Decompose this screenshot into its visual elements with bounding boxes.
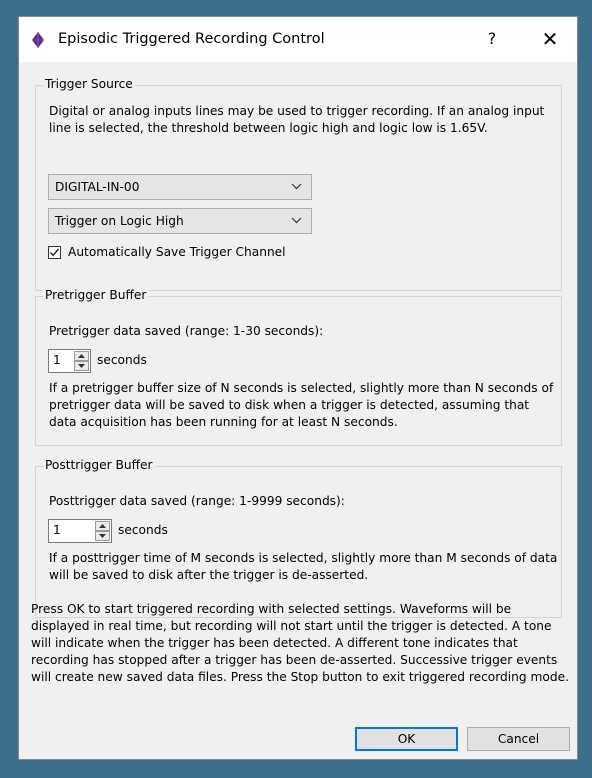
posttrigger-note: If a posttrigger time of M seconds is se…	[49, 551, 558, 582]
title-bar: Episodic Triggered Recording Control ? ✕	[19, 17, 577, 62]
pretrigger-note: If a pretrigger buffer size of N seconds…	[49, 381, 554, 429]
chevron-down-icon	[291, 183, 302, 190]
posttrigger-unit-label: seconds	[118, 523, 168, 537]
instructions-text: Press OK to start triggered recording wi…	[31, 602, 569, 684]
window-title: Episodic Triggered Recording Control	[58, 31, 325, 47]
pretrigger-prompt: Pretrigger data saved (range: 1-30 secon…	[49, 324, 324, 338]
trigger-source-description: Digital or analog inputs lines may be us…	[49, 104, 545, 135]
trigger-source-group: Trigger Source Digital or analog inputs …	[35, 77, 562, 291]
app-icon	[32, 32, 44, 48]
spin-up-arrow-icon[interactable]	[95, 521, 110, 531]
trigger-polarity-value: Trigger on Logic High	[55, 214, 184, 228]
pretrigger-buffer-group: Pretrigger Buffer Pretrigger data saved …	[35, 288, 562, 446]
spin-up-arrow-icon[interactable]	[74, 351, 89, 361]
spin-down-arrow-icon[interactable]	[74, 361, 89, 371]
checkmark-icon	[49, 248, 60, 257]
trigger-source-title: Trigger Source	[43, 77, 135, 91]
chevron-down-icon	[291, 217, 302, 224]
trigger-polarity-dropdown[interactable]: Trigger on Logic High	[48, 208, 312, 234]
pretrigger-value: 1	[53, 353, 61, 367]
posttrigger-buffer-group: Posttrigger Buffer Posttrigger data save…	[35, 458, 562, 618]
pretrigger-unit-label: seconds	[97, 353, 147, 367]
posttrigger-buffer-title: Posttrigger Buffer	[43, 458, 155, 472]
trigger-channel-value: DIGITAL-IN-00	[55, 180, 140, 194]
posttrigger-spinbox[interactable]: 1	[48, 519, 112, 543]
spin-down-arrow-icon[interactable]	[95, 531, 110, 541]
recording-control-dialog: Episodic Triggered Recording Control ? ✕…	[18, 16, 578, 760]
close-button[interactable]: ✕	[533, 26, 567, 52]
cancel-button[interactable]: Cancel	[467, 727, 570, 751]
help-button[interactable]: ?	[477, 26, 507, 52]
trigger-channel-dropdown[interactable]: DIGITAL-IN-00	[48, 174, 312, 200]
autosave-trigger-checkbox[interactable]	[48, 246, 61, 259]
pretrigger-spinbox[interactable]: 1	[48, 349, 91, 373]
autosave-trigger-label: Automatically Save Trigger Channel	[68, 245, 286, 259]
pretrigger-buffer-title: Pretrigger Buffer	[43, 288, 149, 302]
posttrigger-value: 1	[53, 523, 61, 537]
ok-button[interactable]: OK	[355, 727, 458, 751]
posttrigger-prompt: Posttrigger data saved (range: 1-9999 se…	[49, 494, 345, 508]
